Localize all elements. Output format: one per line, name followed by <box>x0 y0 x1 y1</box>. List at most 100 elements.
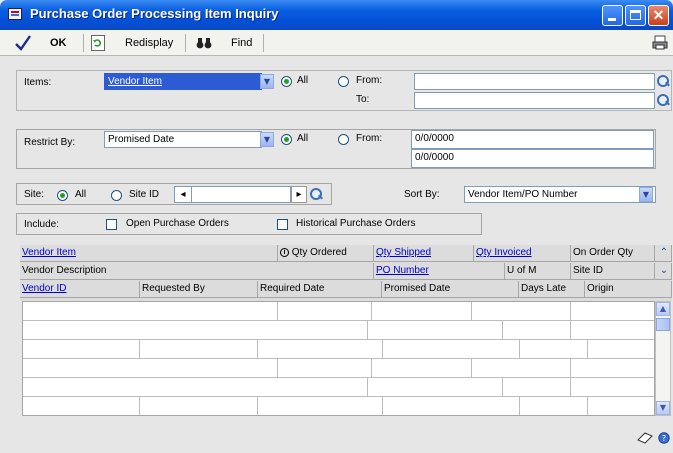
grid-cell[interactable] <box>383 340 520 359</box>
col-vendor-item[interactable]: Vendor Item <box>20 245 278 262</box>
ok-button[interactable]: OK <box>14 30 74 56</box>
grid-body[interactable] <box>22 301 655 416</box>
printer-icon[interactable] <box>652 35 668 51</box>
site-next-arrow[interactable]: ▸ <box>291 186 307 203</box>
col-origin: Origin <box>585 281 672 298</box>
grid-header: Vendor Item i Qty Ordered Qty Shipped Qt… <box>20 245 672 301</box>
scroll-thumb[interactable] <box>656 318 670 331</box>
restrict-dropdown[interactable]: Promised Date <box>104 131 262 148</box>
items-all-label: All <box>297 75 309 86</box>
grid-cell[interactable] <box>571 359 654 378</box>
col-requested-by: Requested By <box>140 281 258 298</box>
grid-cell[interactable] <box>383 397 520 415</box>
open-po-label: Open Purchase Orders <box>126 218 229 229</box>
items-dropdown[interactable]: Vendor Item <box>104 73 262 90</box>
help-icon[interactable]: ? <box>658 432 670 444</box>
qty-shipped-link[interactable]: Qty Shipped <box>376 247 431 258</box>
vendor-id-link[interactable]: Vendor ID <box>22 283 66 294</box>
sort-dropdown[interactable]: Vendor Item/PO Number <box>464 186 656 203</box>
grid-cell[interactable] <box>571 321 654 340</box>
restrict-label: Restrict By: <box>24 137 76 148</box>
grid-cell[interactable] <box>140 340 258 359</box>
grid-cell[interactable] <box>140 397 258 415</box>
grid-cell[interactable] <box>368 321 503 340</box>
grid-cell[interactable] <box>278 359 372 378</box>
grid-cell[interactable] <box>23 340 140 359</box>
grid-cell[interactable] <box>372 302 472 321</box>
col-qty-invoiced[interactable]: Qty Invoiced <box>474 245 571 262</box>
grid-cell[interactable] <box>23 321 368 340</box>
grid-scrollbar[interactable]: ▲ ▼ <box>655 301 671 416</box>
restrict-all-radio[interactable] <box>281 134 292 145</box>
vendor-item-link[interactable]: Vendor Item <box>22 247 76 258</box>
grid-cell[interactable] <box>23 302 278 321</box>
site-all-radio[interactable] <box>57 190 68 201</box>
grid-cell[interactable] <box>278 302 372 321</box>
restrict-from-radio[interactable] <box>338 134 349 145</box>
grid-cell[interactable] <box>571 378 654 397</box>
toolbar-separator <box>263 34 264 52</box>
expand-rows-icon[interactable]: ⌄ <box>655 263 672 280</box>
site-all-label: All <box>75 189 87 200</box>
chevron-down-icon[interactable]: ▼ <box>260 74 274 89</box>
grid-cell[interactable] <box>520 340 588 359</box>
grid-cell[interactable] <box>571 302 654 321</box>
collapse-rows-icon[interactable]: ⌃ <box>655 245 672 262</box>
include-label: Include: <box>24 219 60 230</box>
col-po-number[interactable]: PO Number <box>374 263 505 280</box>
minimize-button[interactable] <box>602 5 623 26</box>
toolbar-separator <box>83 34 84 52</box>
find-label: Find <box>231 37 253 49</box>
maximize-button[interactable] <box>625 5 646 26</box>
grid-cell[interactable] <box>472 302 571 321</box>
ok-label: OK <box>50 37 67 49</box>
chevron-down-icon[interactable]: ▼ <box>639 187 653 202</box>
scroll-up-icon[interactable]: ▲ <box>656 302 670 316</box>
site-id-field[interactable] <box>191 186 291 203</box>
grid-cell[interactable] <box>472 359 571 378</box>
grid-cell[interactable] <box>23 378 368 397</box>
grid-cell[interactable] <box>588 397 654 415</box>
title-bar: Purchase Order Processing Item Inquiry ✕ <box>0 0 673 30</box>
items-from-radio[interactable] <box>338 76 349 87</box>
items-to-field[interactable] <box>414 92 655 109</box>
col-vendor-description: Vendor Description <box>20 263 374 280</box>
grid-cell[interactable] <box>23 397 140 415</box>
svg-text:?: ? <box>662 434 666 443</box>
grid-cell[interactable] <box>503 321 571 340</box>
find-button[interactable]: Find <box>196 30 256 56</box>
refresh-icon <box>91 35 105 51</box>
redisplay-label: Redisplay <box>125 37 174 49</box>
col-qty-shipped[interactable]: Qty Shipped <box>374 245 474 262</box>
site-prev-arrow[interactable]: ◂ <box>174 186 192 203</box>
open-po-checkbox[interactable] <box>106 219 117 230</box>
po-number-link[interactable]: PO Number <box>376 265 429 276</box>
chevron-down-icon[interactable]: ▼ <box>260 132 274 147</box>
grid-cell[interactable] <box>503 378 571 397</box>
inquiry-window: Purchase Order Processing Item Inquiry ✕… <box>0 0 673 453</box>
grid-cell[interactable] <box>520 397 588 415</box>
restrict-to-date-field[interactable]: 0/0/0000 <box>411 149 654 168</box>
note-icon[interactable] <box>637 431 653 445</box>
site-id-radio[interactable] <box>111 190 122 201</box>
items-all-radio[interactable] <box>281 76 292 87</box>
items-to-lookup-icon[interactable] <box>656 93 670 108</box>
scroll-down-icon[interactable]: ▼ <box>656 401 670 415</box>
close-button[interactable]: ✕ <box>648 5 669 26</box>
redisplay-button[interactable]: Redisplay <box>91 30 181 56</box>
grid-cell[interactable] <box>368 378 503 397</box>
qty-invoiced-link[interactable]: Qty Invoiced <box>476 247 532 258</box>
site-label: Site: <box>24 189 45 200</box>
grid-cell[interactable] <box>588 340 654 359</box>
restrict-from-date-field[interactable]: 0/0/0000 <box>411 130 654 149</box>
items-from-lookup-icon[interactable] <box>656 74 670 89</box>
grid-cell[interactable] <box>258 340 383 359</box>
grid-cell[interactable] <box>372 359 472 378</box>
site-lookup-icon[interactable] <box>309 187 323 202</box>
grid-cell[interactable] <box>23 359 278 378</box>
info-icon[interactable]: i <box>280 247 289 257</box>
grid-cell[interactable] <box>258 397 383 415</box>
historical-po-checkbox[interactable] <box>277 219 288 230</box>
items-from-field[interactable] <box>414 73 655 90</box>
col-vendor-id[interactable]: Vendor ID <box>20 281 140 298</box>
